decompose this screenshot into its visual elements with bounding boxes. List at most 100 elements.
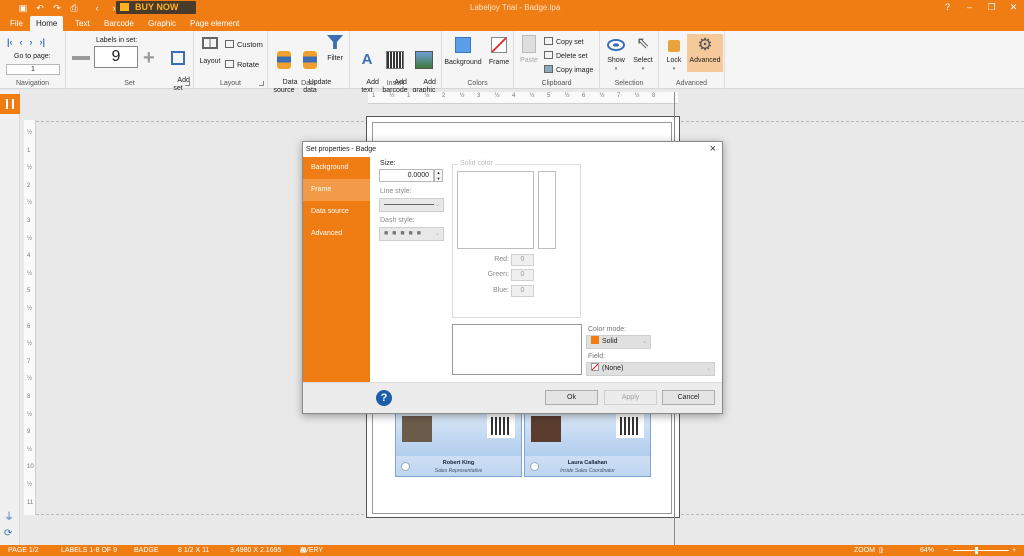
decrease-labels-icon[interactable] [72,56,90,60]
field-value: (None) [602,365,624,372]
first-page-icon[interactable]: |‹ [7,37,13,47]
paste-button[interactable]: Paste [517,35,541,65]
badge-label-2[interactable]: Laura Callahan Inside Sales Coordinator [524,411,651,477]
rotate-button[interactable]: Rotate [225,60,259,71]
status-set: BADGE [134,547,159,554]
minimize-icon[interactable]: – [965,2,974,13]
cart-icon [120,3,129,11]
go-to-page-label: Go to page: [14,53,51,60]
green-input[interactable]: 0 [511,269,534,281]
apply-button[interactable]: Apply [604,390,657,405]
ruler-tick: 8 [27,394,31,400]
badge-photo [402,416,432,442]
color-mode-select[interactable]: Solid ⌄ [586,335,651,349]
status-paper: 8 1/2 X 11 [178,547,210,554]
tab-barcode[interactable]: Barcode [98,16,140,31]
red-label: Red: [494,256,509,263]
nav-arrows: |‹ ‹ › ›| [7,37,45,47]
background-button[interactable]: Background [442,35,484,67]
tab-file[interactable]: File [4,16,29,31]
badge-photo [531,416,561,442]
zoom-out-icon[interactable]: − [944,545,948,556]
field-icon [591,363,599,371]
nav-item-advanced[interactable]: Advanced [303,223,370,245]
close-icon[interactable]: ✕ [1009,2,1018,13]
buy-now-button[interactable]: BUY NOW [116,1,196,14]
fit-custom-icon[interactable]: ▯ [879,545,883,556]
gear-icon: ⚙ [697,35,713,54]
next-page-icon[interactable]: › [30,37,33,47]
left-sidebar: ⏚ ⟳ [0,90,20,545]
zoom-slider-thumb[interactable] [975,547,978,554]
copy-image-button[interactable]: Copy image [544,65,593,76]
ok-button[interactable]: Ok [545,390,598,405]
tab-home[interactable]: Home [30,16,64,31]
labels-in-set-input[interactable]: 9 [94,46,138,68]
redo-icon[interactable]: ↷ [52,2,62,14]
dialog-close-icon[interactable]: × [710,143,716,155]
status-template-label: AVERY - 5843 BADGE [300,547,323,554]
advanced-button[interactable]: ⚙ Advanced [687,34,723,72]
frame-button[interactable]: Frame [486,35,512,67]
nav-item-data-source[interactable]: Data source [303,201,370,223]
plug-icon[interactable]: ⏚ [4,508,14,523]
add-set-button[interactable]: Add set [166,35,190,101]
help-icon[interactable]: ? [376,390,392,406]
data-source-button[interactable]: Data source [271,35,297,103]
layout-group: Layout Custom Rotate Layout [194,31,268,89]
lock-button[interactable]: Lock ▾ [662,35,686,73]
layout-group-label: Layout [219,80,242,87]
navigation-group: |‹ ‹ › ›| Go to page: 1 Navigation [0,31,66,89]
select-button[interactable]: ⇖ Select ▾ [630,35,656,73]
tab-text[interactable]: Text [69,16,96,31]
sidebar-toggle-button[interactable] [0,94,20,114]
restore-icon[interactable]: ❐ [987,2,996,13]
help-icon[interactable]: ? [943,2,952,13]
custom-layout-button[interactable]: Custom [225,40,263,51]
ruler-tick: 5 [547,93,551,99]
size-input[interactable]: 0.0000 [379,169,434,182]
color-spectrum[interactable] [457,171,534,249]
size-spinner[interactable]: ▲ ▼ [434,169,443,182]
tab-page-element[interactable]: Page element [184,16,245,31]
prev-page-icon[interactable]: ‹ [20,37,23,47]
badge-label-1[interactable]: Robert King Sales Representative [395,411,522,477]
set-properties-dialog: Set properties - Badge × Background Fram… [302,141,723,414]
copy-set-button[interactable]: Copy set [544,37,584,48]
red-input[interactable]: 0 [511,254,534,266]
filter-button[interactable]: Filter [324,35,346,63]
nav-item-frame[interactable]: Frame [303,179,370,201]
show-button[interactable]: Show ▾ [602,35,630,73]
layout-dialog-launcher[interactable] [259,81,264,86]
layout-button[interactable]: Layout [198,35,222,66]
go-to-page-input[interactable]: 1 [6,64,60,75]
zoom-in-icon[interactable]: + [1012,545,1016,556]
undo-icon[interactable]: ↶ [35,2,45,14]
nav-item-background[interactable]: Background [303,157,370,179]
delete-set-button[interactable]: Delete set [544,51,588,62]
blue-input[interactable]: 0 [511,285,534,297]
set-dialog-launcher[interactable] [185,81,190,86]
ruler-tick: 8 [652,93,656,99]
increase-labels-icon[interactable]: + [143,48,155,68]
rotate-label: Rotate [237,60,260,69]
last-page-icon[interactable]: ›| [40,37,46,47]
refresh-icon[interactable]: ⟳ [4,528,12,539]
cancel-button[interactable]: Cancel [662,390,715,405]
frame-preview [452,324,582,375]
line-style-select[interactable]: ⌄ [379,198,444,212]
cursor-icon: ⇖ [636,35,650,52]
zoom-slider[interactable] [953,550,1009,551]
ruler-tick: 3 [477,93,481,99]
save-icon[interactable]: ▣ [18,2,28,14]
color-slider[interactable] [538,171,556,249]
field-select[interactable]: (None) ⌄ [586,362,715,376]
paste-label: Paste [520,57,538,64]
tab-graphic[interactable]: Graphic [142,16,182,31]
navigation-group-label: Navigation [15,80,50,87]
update-data-button[interactable]: Update data [297,35,331,103]
badge-role: Inside Sales Coordinator [560,468,615,474]
back-icon[interactable]: ‹ [92,2,102,14]
print-icon[interactable]: ⎙ [69,2,79,14]
dash-style-select[interactable]: ■ ■ ■ ■ ■ ⌄ [379,227,444,241]
